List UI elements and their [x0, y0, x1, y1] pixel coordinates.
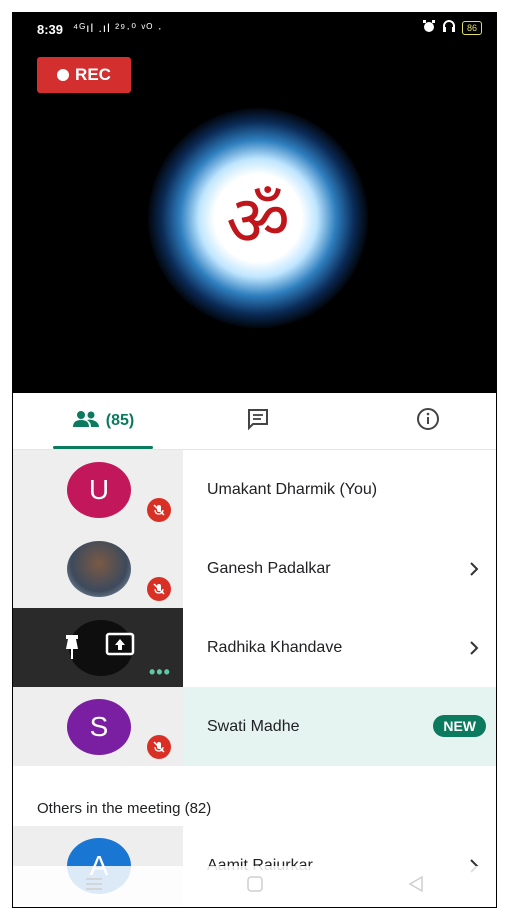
info-icon	[416, 407, 440, 436]
others-section-title: Others in the meeting (82)	[37, 800, 212, 817]
tab-chat[interactable]	[238, 393, 278, 449]
people-count: (85)	[105, 412, 135, 429]
avatar: U	[67, 462, 131, 518]
headphones-icon	[442, 19, 456, 36]
participant-row[interactable]: Ganesh Padalkar	[13, 529, 496, 608]
battery-indicator: 86	[461, 20, 482, 35]
people-icon	[72, 409, 100, 434]
new-badge: NEW	[433, 715, 486, 737]
participant-name: Swati Madhe	[207, 717, 300, 735]
tab-bar: (85)	[13, 393, 496, 450]
avatar: S	[67, 699, 131, 755]
video-glow: ॐ	[148, 108, 368, 328]
participant-name: Ganesh Padalkar	[207, 559, 331, 577]
alarm-icon	[422, 19, 436, 36]
status-time: 8:39	[37, 22, 64, 37]
mic-muted-icon	[147, 735, 171, 759]
recording-badge: REC	[37, 57, 131, 93]
menu-nav-icon[interactable]	[84, 876, 104, 897]
participant-row[interactable]: ••• Radhika Khandave	[13, 608, 496, 687]
chevron-right-icon[interactable]	[468, 608, 480, 687]
participant-row[interactable]: U Umakant Dharmik (You)	[13, 450, 496, 529]
mic-muted-icon	[147, 577, 171, 601]
participant-tile: U	[13, 450, 183, 529]
back-nav-icon[interactable]	[406, 874, 426, 899]
tab-people[interactable]: (85)	[53, 393, 153, 449]
participant-name: Umakant Dharmik (You)	[207, 480, 378, 498]
video-feed[interactable]: 8:39 ⁴ᴳıl .ıl ²⁹·⁰ ᵛᴼ · 86 REC ॐ	[13, 13, 496, 393]
participant-tile	[13, 529, 183, 608]
participant-name: Radhika Khandave	[207, 638, 343, 656]
screen-frame: 8:39 ⁴ᴳıl .ıl ²⁹·⁰ ᵛᴼ · 86 REC ॐ (85) U …	[12, 12, 497, 908]
mic-muted-icon	[147, 498, 171, 522]
home-nav-icon[interactable]	[245, 874, 265, 899]
more-options-icon[interactable]: •••	[149, 662, 171, 683]
signal-indicators: ⁴ᴳıl .ıl ²⁹·⁰ ᵛᴼ ·	[73, 21, 163, 35]
participant-tile: S	[13, 687, 183, 766]
participant-row[interactable]: S Swati Madhe NEW	[13, 687, 496, 766]
chat-icon	[246, 407, 270, 436]
avatar-photo	[67, 541, 131, 597]
system-nav-bar	[13, 866, 496, 907]
record-dot-icon	[57, 69, 70, 81]
om-symbol: ॐ	[226, 180, 290, 262]
tab-info[interactable]	[408, 393, 448, 449]
pin-icon[interactable]	[61, 633, 83, 666]
participant-tile: •••	[13, 608, 183, 687]
chevron-right-icon[interactable]	[468, 529, 480, 608]
status-bar: 8:39 ⁴ᴳıl .ıl ²⁹·⁰ ᵛᴼ · 86	[13, 13, 496, 43]
active-tab-indicator	[53, 446, 153, 449]
present-screen-icon[interactable]	[105, 632, 135, 663]
recording-label: REC	[75, 65, 111, 84]
